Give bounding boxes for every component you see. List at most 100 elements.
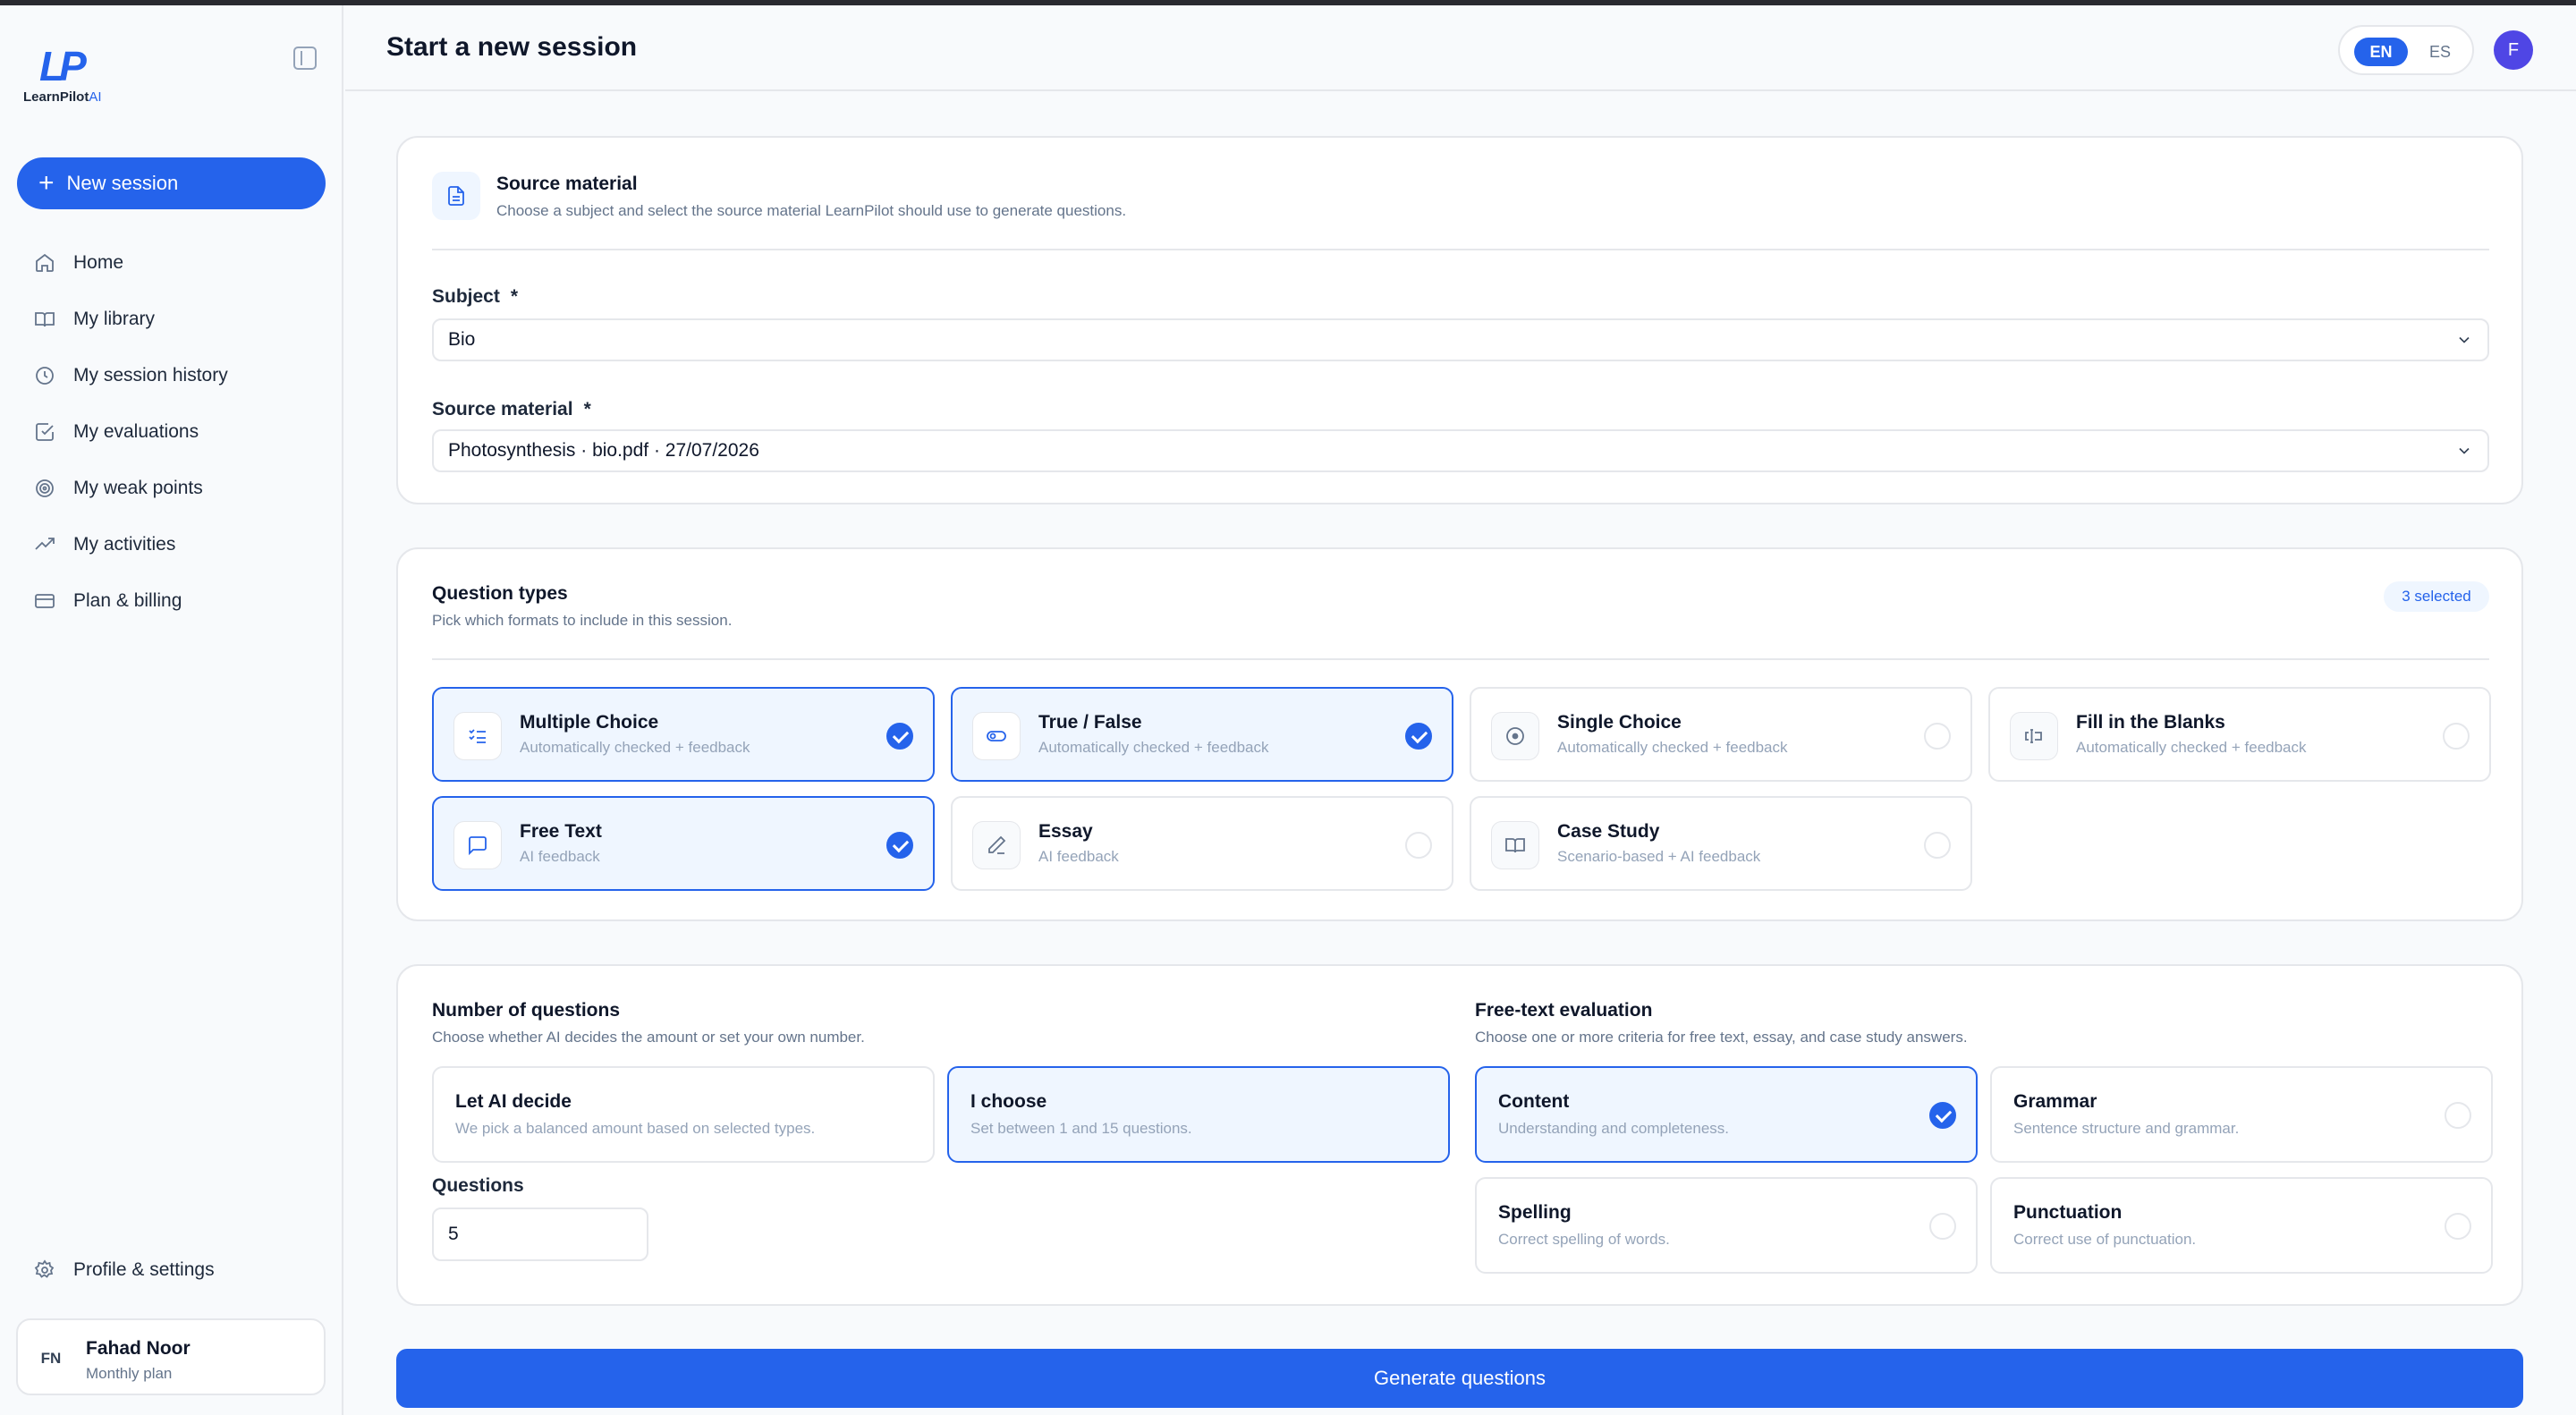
option-title: I choose	[970, 1091, 1047, 1112]
option-title: Free Text	[520, 821, 602, 842]
sidebar-item-home[interactable]: Home	[0, 234, 343, 291]
material-label: Source material *	[432, 399, 591, 419]
source-material-card: Source material Choose a subject and sel…	[396, 136, 2523, 504]
sidebar-item-label: My evaluations	[73, 420, 199, 442]
option-subtitle: We pick a balanced amount based on selec…	[455, 1120, 816, 1137]
eval-option-punctuation[interactable]: Punctuation Correct use of punctuation.	[1990, 1177, 2493, 1274]
option-subtitle: Automatically checked + feedback	[1557, 739, 1788, 756]
lang-en-button[interactable]: EN	[2354, 38, 2408, 66]
checkbox-unchecked[interactable]	[1405, 832, 1432, 859]
pencil-icon	[972, 821, 1021, 869]
chevron-down-icon	[2455, 331, 2473, 349]
source-subtitle: Choose a subject and select the source m…	[496, 202, 1127, 219]
option-title: True / False	[1038, 712, 1142, 733]
count-title: Number of questions	[432, 1000, 621, 1021]
type-option-free-text[interactable]: Free Text AI feedback	[432, 796, 935, 891]
book-icon	[32, 307, 57, 332]
avatar[interactable]: F	[2494, 30, 2533, 70]
checkbox-unchecked[interactable]	[1924, 723, 1951, 750]
text-cursor-input-icon	[2010, 712, 2058, 760]
checkbox-checked[interactable]	[886, 723, 913, 750]
material-value: Photosynthesis · bio.pdf · 27/07/2026	[448, 440, 759, 461]
types-subtitle: Pick which formats to include in this se…	[432, 612, 733, 629]
type-option-single-choice[interactable]: Single Choice Automatically checked + fe…	[1470, 687, 1972, 782]
divider	[432, 249, 2489, 250]
sidebar-collapse-icon[interactable]	[293, 47, 317, 70]
eval-option-grammar[interactable]: Grammar Sentence structure and grammar.	[1990, 1066, 2493, 1163]
checkbox-unchecked[interactable]	[2445, 1102, 2471, 1129]
count-option-i-choose[interactable]: I choose Set between 1 and 15 questions.	[947, 1066, 1450, 1163]
sidebar-item-label: My library	[73, 308, 156, 329]
message-square-icon	[453, 821, 502, 869]
sidebar-item-profile-settings[interactable]: Profile & settings	[32, 1258, 215, 1283]
radio-icon	[1491, 712, 1539, 760]
option-title: Multiple Choice	[520, 712, 659, 733]
sidebar-item-label: My weak points	[73, 477, 203, 498]
sidebar-nav: Home My library My session history My ev…	[0, 234, 343, 629]
count-option-ai-decide[interactable]: Let AI decide We pick a balanced amount …	[432, 1066, 935, 1163]
checkbox-checked[interactable]	[1929, 1102, 1956, 1129]
sidebar: LP LearnPilotAI + New session Home My li…	[0, 5, 343, 1415]
lang-es-button[interactable]: ES	[2413, 38, 2467, 66]
user-avatar: FN	[40, 1350, 62, 1367]
type-option-case-study[interactable]: Case Study Scenario-based + AI feedback	[1470, 796, 1972, 891]
sidebar-item-library[interactable]: My library	[0, 291, 343, 347]
type-option-fill-blanks[interactable]: Fill in the Blanks Automatically checked…	[1988, 687, 2491, 782]
generate-questions-button[interactable]: Generate questions	[396, 1349, 2523, 1408]
option-subtitle: Automatically checked + feedback	[2076, 739, 2307, 756]
source-title: Source material	[496, 174, 638, 194]
subject-value: Bio	[448, 329, 476, 350]
option-subtitle: AI feedback	[1038, 848, 1119, 865]
eval-option-content[interactable]: Content Understanding and completeness.	[1475, 1066, 1978, 1163]
questions-input[interactable]	[432, 1207, 648, 1261]
sidebar-item-label: Home	[73, 251, 124, 273]
toggle-icon	[972, 712, 1021, 760]
option-subtitle: AI feedback	[520, 848, 600, 865]
sidebar-item-label: Plan & billing	[73, 589, 182, 611]
option-subtitle: Correct spelling of words.	[1498, 1231, 1670, 1248]
option-title: Let AI decide	[455, 1091, 572, 1112]
checkbox-checked[interactable]	[1405, 723, 1432, 750]
profile-settings-label: Profile & settings	[73, 1259, 215, 1280]
checkbox-unchecked[interactable]	[2443, 723, 2470, 750]
sidebar-item-session-history[interactable]: My session history	[0, 347, 343, 403]
option-subtitle: Correct use of punctuation.	[2013, 1231, 2197, 1248]
plus-icon: +	[38, 168, 55, 198]
option-subtitle: Sentence structure and grammar.	[2013, 1120, 2240, 1137]
new-session-button[interactable]: + New session	[17, 157, 326, 209]
type-option-essay[interactable]: Essay AI feedback	[951, 796, 1453, 891]
subject-label: Subject *	[432, 286, 519, 307]
material-select[interactable]: Photosynthesis · bio.pdf · 27/07/2026	[432, 429, 2489, 472]
checkbox-checked[interactable]	[886, 832, 913, 859]
sidebar-item-weak-points[interactable]: My weak points	[0, 460, 343, 516]
option-title: Case Study	[1557, 821, 1660, 842]
page-title: Start a new session	[386, 32, 638, 62]
sidebar-item-activities[interactable]: My activities	[0, 516, 343, 572]
option-subtitle: Set between 1 and 15 questions.	[970, 1120, 1192, 1137]
user-plan: Monthly plan	[86, 1365, 173, 1382]
subject-select[interactable]: Bio	[432, 318, 2489, 361]
evaluation-subtitle: Choose one or more criteria for free tex…	[1475, 1029, 1968, 1046]
option-title: Punctuation	[2013, 1202, 2123, 1223]
questions-label: Questions	[432, 1175, 524, 1196]
option-title: Grammar	[2013, 1091, 2097, 1112]
sidebar-item-evaluations[interactable]: My evaluations	[0, 403, 343, 460]
option-subtitle: Understanding and completeness.	[1498, 1120, 1729, 1137]
types-title: Question types	[432, 583, 568, 604]
list-check-icon	[453, 712, 502, 760]
option-title: Fill in the Blanks	[2076, 712, 2225, 733]
sidebar-item-plan-billing[interactable]: Plan & billing	[0, 572, 343, 629]
type-option-multiple-choice[interactable]: Multiple Choice Automatically checked + …	[432, 687, 935, 782]
logo-mark: LP	[39, 43, 87, 89]
checkbox-unchecked[interactable]	[2445, 1213, 2471, 1240]
page-header: Start a new session EN ES F	[345, 5, 2576, 91]
checkbox-unchecked[interactable]	[1924, 832, 1951, 859]
option-title: Single Choice	[1557, 712, 1682, 733]
divider	[432, 658, 2489, 660]
app-logo[interactable]: LP LearnPilotAI	[23, 43, 113, 109]
type-option-true-false[interactable]: True / False Automatically checked + fee…	[951, 687, 1453, 782]
user-card[interactable]: FN Fahad Noor Monthly plan	[16, 1318, 326, 1395]
eval-option-spelling[interactable]: Spelling Correct spelling of words.	[1475, 1177, 1978, 1274]
checkbox-unchecked[interactable]	[1929, 1213, 1956, 1240]
clock-icon	[32, 363, 57, 388]
